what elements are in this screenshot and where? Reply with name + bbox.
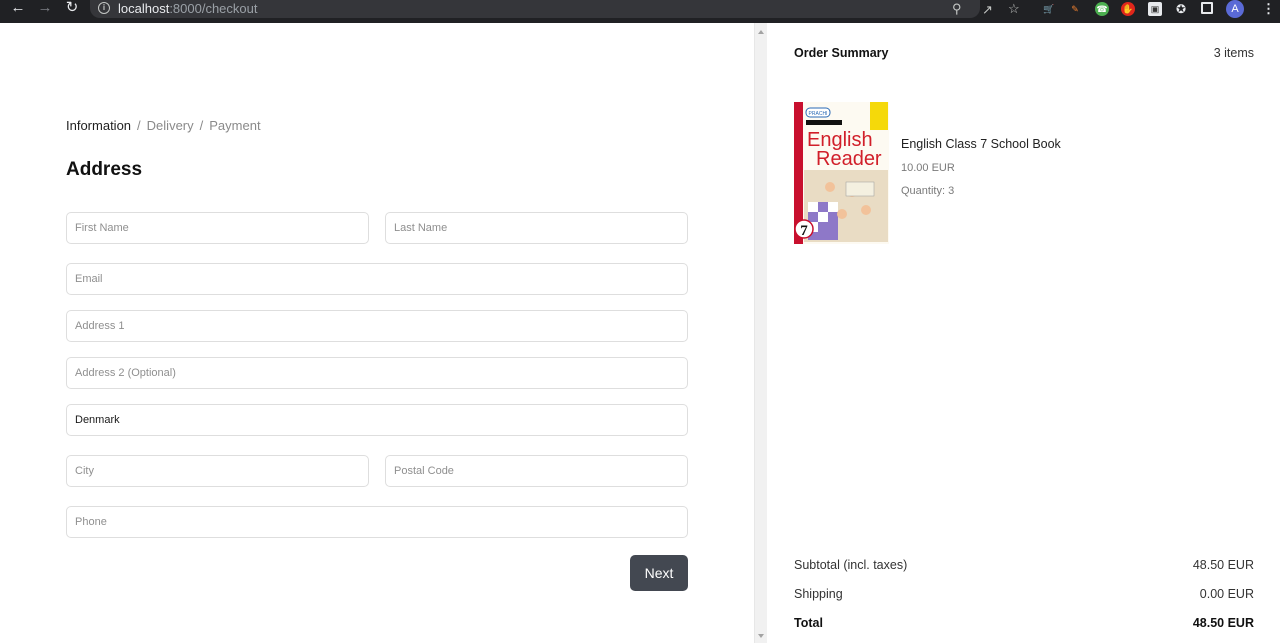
order-summary-title: Order Summary: [794, 46, 889, 60]
forward-icon[interactable]: →: [35, 0, 55, 18]
shipping-label: Shipping: [794, 587, 843, 601]
subtotal-value: 48.50 EUR: [1192, 558, 1254, 572]
back-icon[interactable]: ←: [8, 0, 28, 18]
postal-code-input[interactable]: [385, 455, 688, 487]
reload-icon[interactable]: ↻: [62, 0, 82, 18]
country-select[interactable]: Denmark: [66, 404, 688, 436]
item-price: 10.00 EUR: [901, 162, 955, 174]
checkout-form-panel: Information / Delivery / Payment Address Den…: [0, 23, 754, 643]
last-name-input[interactable]: [385, 212, 688, 244]
first-name-input[interactable]: [66, 212, 369, 244]
scrollbar[interactable]: [754, 23, 767, 643]
book-cover-image: PRACHI English Reader 7: [794, 102, 889, 244]
menu-icon[interactable]: ⋮: [1262, 1, 1275, 17]
order-summary-panel: Order Summary 3 items PRACHI English Rea…: [767, 23, 1280, 643]
extensions-puzzle-icon[interactable]: ✪: [1174, 2, 1188, 16]
city-input[interactable]: [66, 455, 369, 487]
info-icon[interactable]: i: [98, 2, 110, 14]
breadcrumb-payment[interactable]: Payment: [209, 118, 260, 133]
scroll-down-arrow-icon[interactable]: [758, 634, 764, 638]
address1-input[interactable]: [66, 310, 688, 342]
page-title: Address: [66, 159, 143, 180]
url-text[interactable]: localhost:8000/checkout: [118, 1, 258, 16]
share-icon[interactable]: ↗: [982, 2, 993, 18]
cover-title-line2: Reader: [816, 148, 882, 170]
profile-avatar[interactable]: A: [1226, 0, 1244, 18]
shipping-row: Shipping 0.00 EUR: [794, 587, 1254, 601]
item-name[interactable]: English Class 7 School Book: [901, 137, 1061, 151]
breadcrumb-delivery[interactable]: Delivery: [147, 118, 194, 133]
side-panel-icon[interactable]: [1201, 2, 1213, 14]
bookmark-star-icon[interactable]: ☆: [1008, 1, 1020, 17]
url-host: localhost: [118, 1, 170, 16]
breadcrumb-information[interactable]: Information: [66, 118, 131, 133]
next-button[interactable]: Next: [630, 555, 688, 591]
subtotal-label: Subtotal (incl. taxes): [794, 558, 908, 572]
adblock-extension-icon[interactable]: ✋: [1121, 2, 1135, 16]
scroll-up-arrow-icon[interactable]: [758, 30, 764, 34]
color-picker-extension-icon[interactable]: ✎: [1068, 2, 1082, 16]
cover-publisher: PRACHI: [809, 111, 828, 117]
cover-number: 7: [800, 223, 808, 239]
product-thumbnail[interactable]: PRACHI English Reader 7: [794, 102, 889, 244]
phone-input[interactable]: [66, 506, 688, 538]
total-label: Total: [794, 616, 823, 630]
country-value: Denmark: [75, 414, 120, 426]
item-count: 3 items: [1213, 46, 1254, 60]
total-row: Total 48.50 EUR: [794, 616, 1254, 630]
shipping-value: 0.00 EUR: [1199, 587, 1254, 601]
zoom-icon[interactable]: ⚲: [952, 1, 962, 17]
breadcrumb: Information / Delivery / Payment: [66, 118, 261, 133]
url-path: :8000/checkout: [169, 1, 258, 16]
whatsapp-extension-icon[interactable]: ☎: [1095, 2, 1109, 16]
address2-input[interactable]: [66, 357, 688, 389]
breadcrumb-separator: /: [137, 118, 141, 133]
email-input[interactable]: [66, 263, 688, 295]
address-bar[interactable]: i localhost:8000/checkout ⚲: [90, 0, 980, 18]
total-value: 48.50 EUR: [1192, 616, 1254, 630]
breadcrumb-separator: /: [199, 118, 204, 133]
cart-extension-icon[interactable]: 🛒: [1042, 2, 1056, 16]
browser-toolbar: ← → ↻ i localhost:8000/checkout ⚲ ↗ ☆ 🛒 …: [0, 0, 1280, 23]
item-quantity: Quantity: 3: [901, 185, 955, 197]
subtotal-row: Subtotal (incl. taxes) 48.50 EUR: [794, 558, 1254, 572]
screen-extension-icon[interactable]: ▣: [1148, 2, 1162, 16]
